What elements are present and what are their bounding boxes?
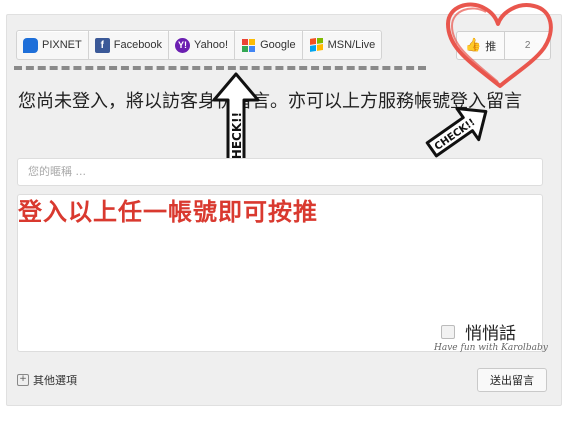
nickname-input[interactable]: 您的暱稱 ... [17, 158, 543, 186]
login-google-label: Google [260, 39, 296, 51]
login-yahoo-label: Yahoo! [194, 39, 229, 51]
login-hint-overlay: 登入以上任一帳號即可按推 [18, 198, 318, 226]
watermark-credit: Have fun with Karolbaby [434, 343, 548, 353]
login-yahoo-button[interactable]: Y! Yahoo! [169, 31, 236, 59]
whisper-option[interactable]: 悄悄話 [441, 319, 516, 344]
facebook-icon: f [94, 37, 110, 53]
heart-annotation-icon [446, 2, 553, 88]
submit-comment-button[interactable]: 送出留言 [477, 368, 547, 392]
whisper-label: 悄悄話 [465, 324, 516, 344]
yahoo-icon: Y! [175, 37, 191, 53]
login-facebook-label: Facebook [113, 39, 163, 51]
login-msn-label: MSN/Live [327, 39, 376, 51]
login-pixnet-button[interactable]: PIXNET [17, 31, 89, 59]
login-msn-button[interactable]: MSN/Live [303, 31, 382, 59]
check-arrow-diagonal-icon: CHECK!! [425, 107, 488, 158]
msn-icon [309, 37, 324, 53]
google-icon [241, 38, 256, 53]
dashed-underline [14, 66, 426, 70]
more-options-toggle[interactable]: + 其他選項 [17, 372, 77, 388]
login-facebook-button[interactable]: f Facebook [89, 31, 170, 59]
expand-plus-icon: + [17, 374, 29, 386]
whisper-checkbox[interactable] [441, 324, 455, 339]
pixnet-icon [23, 37, 38, 53]
more-options-label: 其他選項 [33, 374, 77, 387]
login-pixnet-label: PIXNET [42, 39, 82, 51]
login-service-bar: PIXNET f Facebook Y! Yahoo! Google MSN/L… [16, 30, 383, 60]
login-google-button[interactable]: Google [235, 31, 303, 59]
